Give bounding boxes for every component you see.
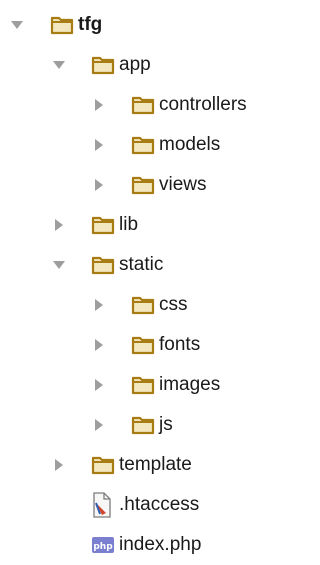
triangle-right-icon[interactable] [92,338,106,352]
folder-icon [131,135,155,161]
triangle-right-icon[interactable] [52,218,66,232]
tree-row-js[interactable]: js [0,405,283,445]
htaccess-file-icon [91,492,113,524]
tree-row-views[interactable]: views [0,165,283,205]
php-file-icon: php [91,534,115,562]
folder-icon [91,255,115,281]
tree-row-css[interactable]: css [0,285,283,325]
folder-icon [131,415,155,441]
tree-item-label: static [119,254,164,275]
folder-icon [91,455,115,481]
folder-icon [131,295,155,321]
tree-item-label: images [159,374,221,395]
triangle-right-icon[interactable] [52,458,66,472]
tree-row-index-php[interactable]: php index.php [0,525,283,565]
tree-row-template[interactable]: template [0,445,283,485]
triangle-down-icon[interactable] [10,18,24,32]
tree-item-label: controllers [159,94,247,115]
svg-text:php: php [93,542,113,552]
tree-item-label: fonts [159,334,201,355]
tree-row-models[interactable]: models [0,125,283,165]
tree-row-app[interactable]: app [0,45,283,85]
triangle-down-icon[interactable] [52,258,66,272]
folder-icon [131,335,155,361]
tree-item-label: index.php [119,534,202,555]
tree-item-label: lib [119,214,139,235]
tree-item-label: .htaccess [119,494,200,515]
tree-item-label: css [159,294,188,315]
folder-icon [91,215,115,241]
tree-row-controllers[interactable]: controllers [0,85,283,125]
triangle-right-icon[interactable] [92,378,106,392]
tree-row-images[interactable]: images [0,365,283,405]
tree-row-fonts[interactable]: fonts [0,325,283,365]
tree-item-label: app [119,54,151,75]
triangle-down-icon[interactable] [52,58,66,72]
tree-row-static[interactable]: static [0,245,283,285]
triangle-right-icon[interactable] [92,418,106,432]
tree-item-label: tfg [78,14,103,35]
tree-row-htaccess[interactable]: .htaccess [0,485,283,525]
triangle-right-icon[interactable] [92,178,106,192]
triangle-right-icon[interactable] [92,298,106,312]
project-file-tree: tfg app controllers models views lib sta… [0,0,283,559]
tree-row-tfg[interactable]: tfg [0,5,283,45]
tree-item-label: models [159,134,221,155]
triangle-right-icon[interactable] [92,98,106,112]
tree-item-label: js [159,414,173,435]
tree-item-label: template [119,454,192,475]
tree-item-label: views [159,174,207,195]
folder-icon [50,15,74,41]
tree-row-lib[interactable]: lib [0,205,283,245]
triangle-right-icon[interactable] [92,138,106,152]
folder-icon [131,95,155,121]
folder-icon [131,375,155,401]
folder-icon [131,175,155,201]
folder-icon [91,55,115,81]
